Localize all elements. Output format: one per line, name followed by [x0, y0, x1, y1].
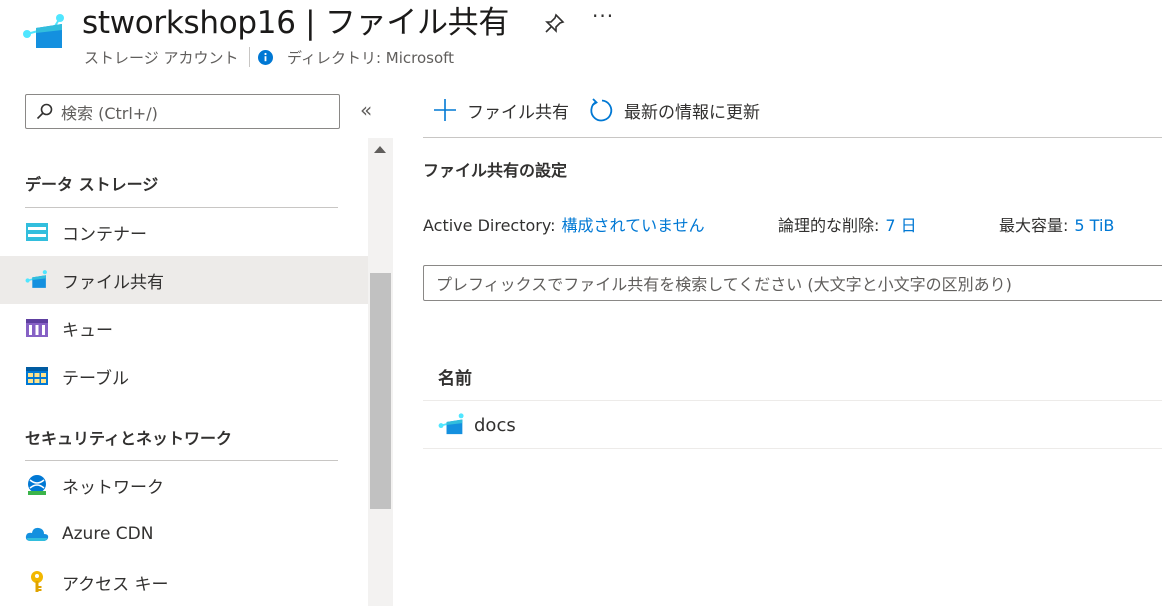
- plus-icon: [434, 99, 456, 121]
- directory-label: ディレクトリ: Microsoft: [287, 49, 455, 67]
- search-placeholder: 検索 (Ctrl+/): [61, 103, 158, 123]
- sidebar-item-tables[interactable]: テーブル: [0, 352, 368, 400]
- filter-placeholder: プレフィックスでファイル共有を検索してください (大文字と小文字の区別あり): [436, 275, 1012, 294]
- network-icon: [25, 474, 49, 496]
- refresh-button[interactable]: 最新の情報に更新: [589, 94, 760, 126]
- file-share-icon: [25, 269, 49, 291]
- refresh-icon: [590, 97, 613, 121]
- section-data-storage: データ ストレージ: [25, 175, 159, 194]
- sidebar-item-access-keys[interactable]: アクセス キー: [0, 558, 368, 606]
- resource-type: ストレージ アカウント: [84, 49, 239, 67]
- sidebar-search-input[interactable]: 検索 (Ctrl+/): [25, 94, 340, 129]
- divider: [423, 400, 1162, 401]
- sidebar-item-containers[interactable]: コンテナー: [0, 208, 368, 256]
- sidebar-item-azure-cdn[interactable]: Azure CDN: [0, 510, 368, 558]
- table-row[interactable]: docs: [423, 402, 1162, 448]
- pin-icon[interactable]: [542, 12, 566, 36]
- active-directory-link[interactable]: 構成されていません: [562, 216, 705, 235]
- scroll-up-arrow-icon[interactable]: [374, 146, 386, 153]
- sidebar-item-file-shares[interactable]: ファイル共有: [0, 256, 368, 304]
- section-security-networking: セキュリティとネットワーク: [25, 429, 233, 448]
- queue-icon: [25, 317, 49, 339]
- sidebar-item-networking[interactable]: ネットワーク: [0, 461, 368, 509]
- container-icon: [25, 221, 49, 243]
- divider: [423, 448, 1162, 449]
- active-directory-setting: Active Directory: 構成されていません: [423, 216, 705, 235]
- column-header-name[interactable]: 名前: [438, 364, 472, 389]
- soft-delete-link[interactable]: 7 日: [885, 216, 916, 235]
- file-share-filter-input[interactable]: プレフィックスでファイル共有を検索してください (大文字と小文字の区別あり): [423, 265, 1162, 301]
- info-icon: [258, 50, 273, 65]
- collapse-sidebar-icon[interactable]: «: [360, 98, 372, 122]
- page-title: stworkshop16 | ファイル共有: [82, 5, 510, 41]
- file-share-icon: [22, 14, 68, 52]
- key-icon: [25, 571, 49, 593]
- divider: [423, 137, 1162, 138]
- max-capacity-setting: 最大容量: 5 TiB: [999, 216, 1115, 235]
- sidebar-item-queues[interactable]: キュー: [0, 304, 368, 352]
- scrollbar-thumb[interactable]: [370, 273, 391, 509]
- divider: [249, 47, 250, 67]
- max-capacity-link[interactable]: 5 TiB: [1074, 216, 1114, 235]
- add-file-share-button[interactable]: ファイル共有: [433, 94, 569, 126]
- search-icon: [36, 103, 53, 120]
- file-share-name[interactable]: docs: [474, 415, 516, 436]
- settings-title: ファイル共有の設定: [423, 161, 568, 180]
- table-icon: [25, 365, 49, 387]
- soft-delete-setting: 論理的な削除: 7 日: [778, 216, 917, 235]
- more-icon[interactable]: ···: [592, 4, 614, 28]
- file-share-icon: [438, 413, 464, 435]
- cloud-icon: [25, 523, 49, 545]
